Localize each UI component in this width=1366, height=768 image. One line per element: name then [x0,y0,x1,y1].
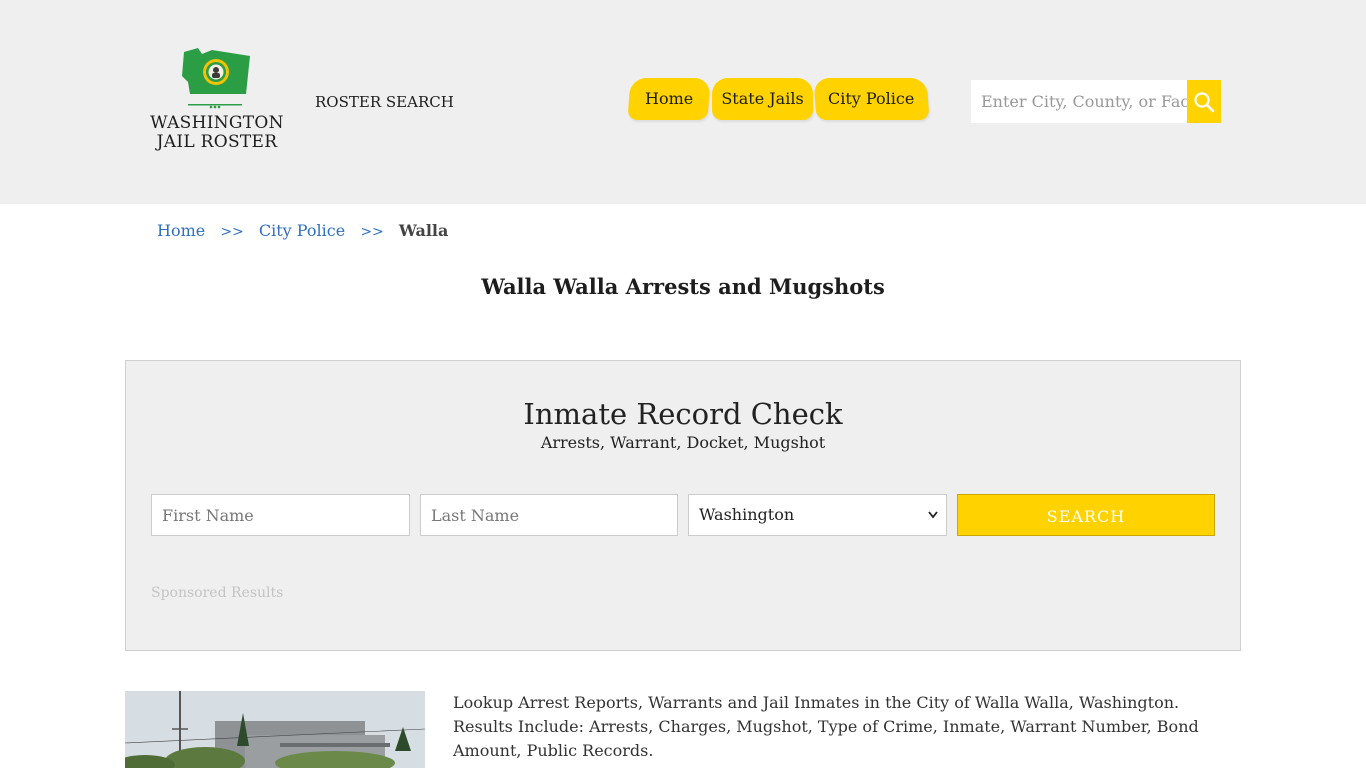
breadcrumb-separator: >> [220,224,244,240]
record-check-title: Inmate Record Check [523,397,843,431]
page-title: Walla Walla Arrests and Mugshots [481,274,885,299]
police-building-photo [125,691,425,768]
search-button[interactable]: SEARCH [957,494,1215,536]
state-select-value: Washington [699,505,795,524]
location-search-input[interactable]: Enter City, County, or Facil [971,80,1187,123]
breadcrumb-city-police[interactable]: City Police [259,221,345,240]
nav-state-jails[interactable]: State Jails [712,78,813,120]
site-logo[interactable]: WASHINGTON JAIL ROSTER [150,46,284,158]
nav-city-police[interactable]: City Police [813,78,930,120]
first-name-input[interactable] [151,494,410,536]
breadcrumb-separator: >> [360,224,384,240]
roster-search-link[interactable]: ROSTER SEARCH [315,93,454,111]
search-icon [1194,92,1215,113]
logo-text: WASHINGTON JAIL ROSTER [150,114,284,152]
chevron-down-icon [928,495,938,551]
breadcrumb-current: Walla [398,221,449,240]
logo-line-1: WASHINGTON [150,113,284,133]
location-search-button[interactable] [1187,80,1221,123]
record-check-subtitle: Arrests, Warrant, Docket, Mugshot [540,433,826,452]
site-header: WASHINGTON JAIL ROSTER ROSTER SEARCH Hom… [0,0,1366,204]
washington-state-flag-icon [182,48,250,109]
state-select[interactable]: Washington [688,494,947,536]
nav-home-label: Home [644,89,694,108]
nav-home[interactable]: Home [627,78,711,120]
sponsored-results-label: Sponsored Results [151,585,284,601]
last-name-input[interactable] [420,494,678,536]
logo-line-2: JAIL ROSTER [156,132,278,152]
city-description: Lookup Arrest Reports, Warrants and Jail… [453,693,1199,760]
breadcrumb: Home >> City Police >> Walla [157,221,448,240]
inmate-record-check-panel: Inmate Record Check Arrests, Warrant, Do… [125,360,1241,651]
nav-city-police-label: City Police [828,89,915,108]
breadcrumb-home[interactable]: Home [157,221,205,240]
nav-state-jails-label: State Jails [721,89,804,108]
